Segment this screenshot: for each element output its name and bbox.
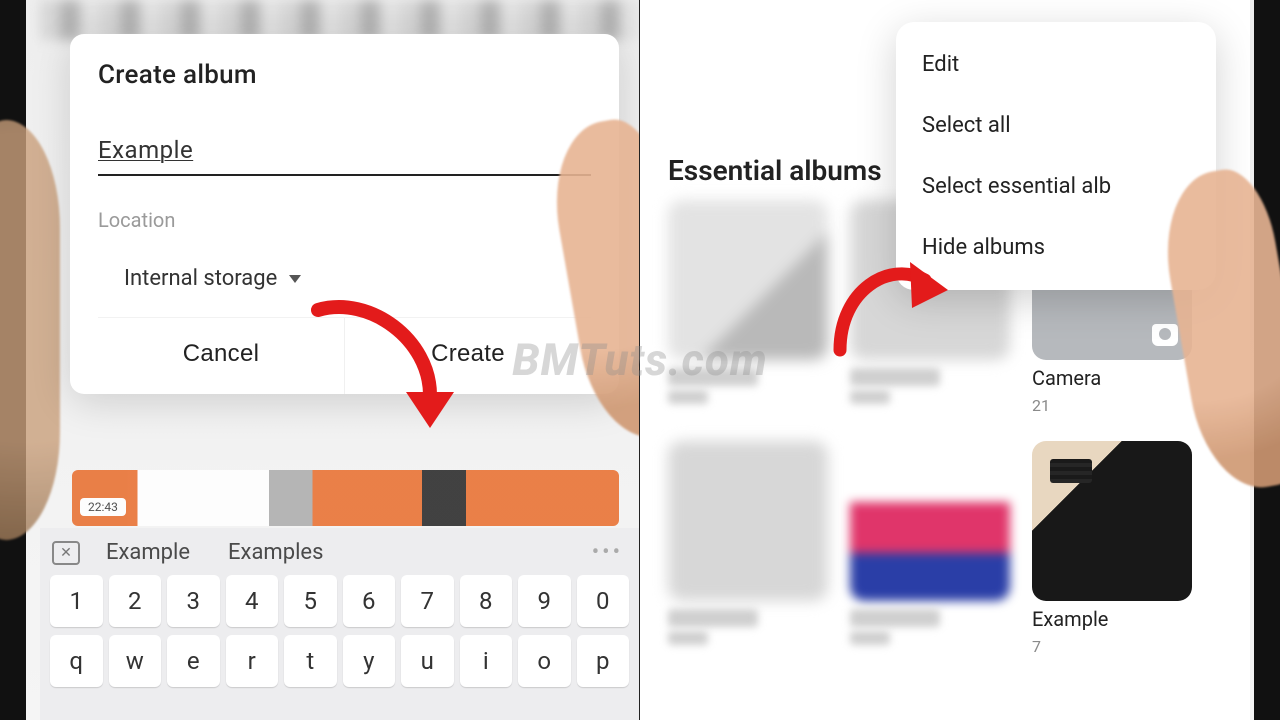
- cancel-button[interactable]: Cancel: [98, 318, 345, 394]
- key[interactable]: 2: [109, 575, 162, 627]
- key[interactable]: w: [109, 635, 162, 687]
- keyboard-number-row: 1 2 3 4 5 6 7 8 9 0: [46, 575, 633, 635]
- backspace-icon[interactable]: ✕: [52, 541, 80, 565]
- keyboard-suggestion-row: ✕ Example Examples •••: [46, 536, 633, 575]
- key[interactable]: 1: [50, 575, 103, 627]
- key[interactable]: r: [226, 635, 279, 687]
- background-thumbnail-strip: 22:43: [72, 470, 619, 526]
- more-suggestions-icon[interactable]: •••: [592, 540, 623, 565]
- album-name: Example: [1032, 607, 1192, 631]
- album-cell[interactable]: [668, 441, 828, 656]
- album-name-input[interactable]: Example: [98, 130, 591, 176]
- camera-icon: [1152, 324, 1178, 346]
- key[interactable]: 3: [167, 575, 220, 627]
- album-cell[interactable]: [850, 441, 1010, 656]
- keyboard-suggestion[interactable]: Examples: [228, 540, 323, 565]
- key[interactable]: p: [577, 635, 630, 687]
- key[interactable]: o: [518, 635, 571, 687]
- key[interactable]: y: [343, 635, 396, 687]
- keyboard-suggestion[interactable]: Example: [106, 540, 190, 565]
- key[interactable]: 4: [226, 575, 279, 627]
- blurred-label: [850, 368, 940, 386]
- album-thumbnail: [668, 441, 828, 601]
- dialog-title: Create album: [98, 60, 591, 90]
- album-count: 7: [1032, 637, 1192, 656]
- key[interactable]: 8: [460, 575, 513, 627]
- chevron-down-icon: [289, 275, 301, 283]
- blurred-count: [668, 390, 708, 404]
- menu-item-select-essential[interactable]: Select essential alb: [896, 156, 1216, 217]
- location-label: Location: [98, 208, 591, 232]
- menu-item-edit[interactable]: Edit: [896, 34, 1216, 95]
- key[interactable]: 7: [401, 575, 454, 627]
- key[interactable]: e: [167, 635, 220, 687]
- key[interactable]: u: [401, 635, 454, 687]
- blurred-label: [668, 609, 758, 627]
- album-name: Camera: [1032, 366, 1192, 390]
- album-count: 21: [1032, 396, 1192, 415]
- album-cell-example[interactable]: Example 7: [1032, 441, 1192, 656]
- key[interactable]: 9: [518, 575, 571, 627]
- key[interactable]: 6: [343, 575, 396, 627]
- key[interactable]: t: [284, 635, 337, 687]
- key[interactable]: 5: [284, 575, 337, 627]
- watermark: BMTuts.com: [512, 334, 768, 386]
- hand-holding-phone: [0, 120, 60, 540]
- software-keyboard[interactable]: ✕ Example Examples ••• 1 2 3 4 5 6 7 8 9…: [40, 528, 639, 720]
- album-thumbnail: [1032, 441, 1192, 601]
- menu-item-select-all[interactable]: Select all: [896, 95, 1216, 156]
- blurred-count: [668, 631, 708, 645]
- section-header: Essential albums: [668, 154, 882, 187]
- storage-dropdown[interactable]: Internal storage: [124, 266, 591, 291]
- blurred-count: [850, 390, 890, 404]
- key[interactable]: q: [50, 635, 103, 687]
- keyboard-letter-row: q w e r t y u i o p: [46, 635, 633, 695]
- blurred-label: [850, 609, 940, 627]
- key[interactable]: i: [460, 635, 513, 687]
- blurred-count: [850, 631, 890, 645]
- background-time-chip: 22:43: [80, 498, 126, 516]
- key[interactable]: 0: [577, 575, 630, 627]
- album-thumbnail: [850, 441, 1010, 601]
- storage-option-text: Internal storage: [124, 266, 277, 291]
